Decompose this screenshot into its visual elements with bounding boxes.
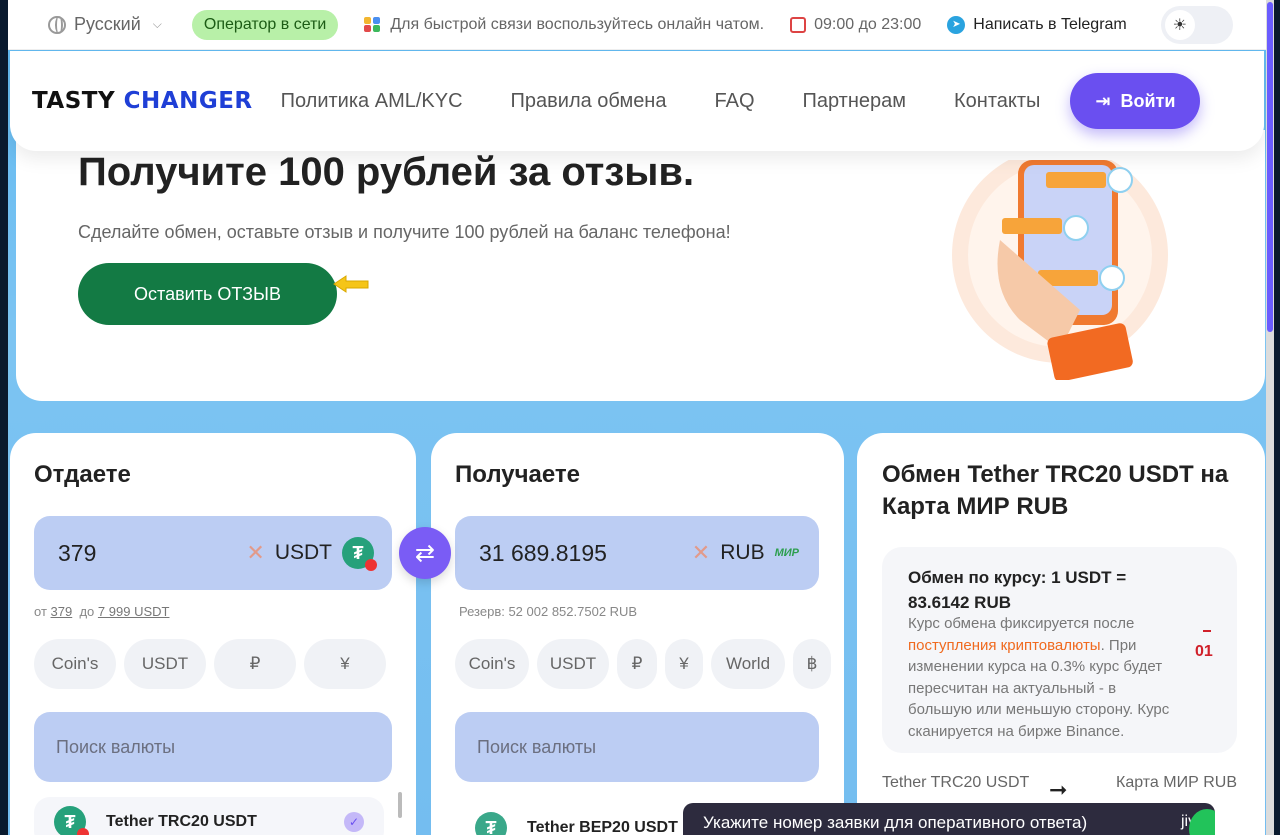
nav-link-rules[interactable]: Правила обмена — [511, 90, 667, 113]
top-info-bar: Русский ⌵ Оператор в сети Для быстрой св… — [8, 0, 1266, 50]
chip-rub[interactable]: ₽ — [214, 639, 296, 689]
hours-text: 09:00 до 23:00 — [814, 15, 922, 33]
rate-desc-part1: Курс обмена фиксируется после — [908, 615, 1135, 632]
give-search-input[interactable] — [56, 736, 356, 758]
give-heading: Отдаете — [34, 461, 131, 488]
page-scrollbar-thumb[interactable] — [1267, 2, 1273, 332]
get-amount-field[interactable]: 31 689.8195 ✕ RUB МИР — [455, 516, 819, 590]
chip-yuan[interactable]: ¥ — [665, 639, 703, 689]
give-limits: от 379 до 7 999 USDT — [34, 604, 169, 619]
give-list-scrollbar[interactable] — [398, 792, 402, 818]
rate-title: Обмен по курсу: 1 USDT = 83.6142 RUB — [908, 568, 1127, 612]
get-currency: RUB — [720, 541, 765, 564]
limit-max-link[interactable]: 7 999 USDT — [98, 604, 170, 619]
chip-baht[interactable]: ฿ — [793, 639, 831, 689]
get-card: Получаете 31 689.8195 ✕ RUB МИР Резерв: … — [431, 433, 844, 835]
exchange-info-card: Обмен Tether TRC20 USDT на Карта МИР RUB… — [857, 433, 1265, 835]
chat-widget-toast[interactable]: Укажите номер заявки для оперативного от… — [683, 803, 1215, 835]
chip-coins[interactable]: Coin's — [34, 639, 116, 689]
rate-timer: 01 — [1195, 643, 1213, 660]
give-currency: USDT — [274, 541, 332, 564]
limit-min-link[interactable]: 379 — [51, 604, 73, 619]
chip-usdt[interactable]: USDT — [537, 639, 609, 689]
login-button[interactable]: ⇥ Войти — [1070, 73, 1201, 129]
chat-note-text: Для быстрой связи воспользуйтесь онлайн … — [390, 15, 765, 33]
banner-subtitle: Сделайте обмен, оставьте отзыв и получит… — [78, 222, 731, 242]
pointing-hand-icon — [333, 275, 369, 293]
telegram-link[interactable]: ➤ Написать в Telegram — [947, 15, 1127, 34]
login-label: Войти — [1120, 90, 1176, 111]
get-search[interactable] — [455, 712, 819, 782]
sun-icon: ☀ — [1164, 9, 1195, 40]
logo-text-tasty: TASTY — [32, 88, 116, 114]
calendar-icon — [790, 16, 807, 33]
check-icon: ✓ — [344, 812, 364, 832]
tether-icon: ₮ — [342, 537, 377, 571]
nav-link-faq[interactable]: FAQ — [714, 90, 754, 113]
give-list-item-name: Tether TRC20 USDT — [106, 813, 257, 830]
give-amount-field[interactable]: 379 ✕ USDT ₮ — [34, 516, 392, 590]
arrow-right-icon: ➞ — [1049, 777, 1068, 802]
rate-desc-highlight: поступления криптовалюты — [908, 636, 1101, 654]
pair-to: Карта МИР RUB — [1116, 774, 1237, 791]
operator-online-badge: Оператор в сети — [191, 9, 339, 40]
rate-box: Обмен по курсу: 1 USDT = 83.6142 RUB Кур… — [882, 547, 1237, 753]
give-amount-value[interactable]: 379 — [58, 540, 246, 567]
globe-icon — [48, 15, 66, 34]
give-search[interactable] — [34, 712, 392, 782]
chip-rub[interactable]: ₽ — [617, 639, 657, 689]
leave-review-button[interactable]: Оставить ОТЗЫВ — [78, 263, 337, 325]
get-search-input[interactable] — [477, 736, 777, 758]
give-list-item[interactable]: ₮ Tether TRC20 USDT ✓ — [34, 797, 384, 835]
swap-button[interactable]: ⇄ — [399, 527, 451, 579]
chat-icon — [364, 16, 382, 33]
working-hours: 09:00 до 23:00 — [790, 16, 921, 34]
get-amount-value[interactable]: 31 689.8195 — [479, 540, 692, 567]
language-selector[interactable]: Русский ⌵ — [48, 14, 162, 35]
nav-link-partners[interactable]: Партнерам — [803, 90, 907, 113]
chip-coins[interactable]: Coin's — [455, 639, 529, 689]
chip-yuan[interactable]: ¥ — [304, 639, 386, 689]
telegram-link-text: Написать в Telegram — [973, 15, 1127, 33]
give-card: Отдаете 379 ✕ USDT ₮ от 379 до 7 999 USD… — [10, 433, 416, 835]
chat-widget-text: Укажите номер заявки для оперативного от… — [703, 813, 1088, 832]
login-icon: ⇥ — [1095, 90, 1111, 111]
get-heading: Получаете — [455, 461, 581, 488]
clear-icon[interactable]: ✕ — [246, 540, 264, 566]
mir-logo-icon: МИР — [774, 547, 799, 559]
nav-link-contacts[interactable]: Контакты — [954, 90, 1040, 113]
chip-usdt[interactable]: USDT — [124, 639, 206, 689]
limit-to-label: до — [79, 604, 95, 619]
pair-from: Tether TRC20 USDT — [882, 774, 1030, 791]
chevron-down-icon: ⌵ — [152, 17, 162, 31]
clear-icon[interactable]: ✕ — [692, 540, 710, 566]
site-logo[interactable]: TASTY CHANGER — [32, 88, 253, 114]
banner-title: Получите 100 рублей за отзыв. — [78, 150, 695, 194]
review-banner: Получите 100 рублей за отзыв. Сделайте о… — [16, 130, 1265, 401]
tether-icon: ₮ — [475, 812, 507, 835]
logo-text-changer: CHANGER — [123, 88, 253, 114]
get-reserve: Резерв: 52 002 852.7502 RUB — [459, 604, 638, 619]
get-filter-chips: Coin's USDT ₽ ¥ World ฿ — [455, 639, 831, 689]
rate-description: Курс обмена фиксируется после поступлени… — [908, 613, 1178, 742]
main-nav: TASTY CHANGER Политика AML/KYC Правила о… — [10, 51, 1264, 151]
telegram-icon: ➤ — [947, 15, 966, 34]
exchange-info-heading: Обмен Tether TRC20 USDT на Карта МИР RUB — [882, 461, 1229, 520]
limit-from-label: от — [34, 604, 47, 619]
chip-world[interactable]: World — [711, 639, 785, 689]
timer-bar — [1203, 630, 1211, 632]
nav-link-aml-kyc[interactable]: Политика AML/KYC — [281, 90, 463, 113]
language-label: Русский — [74, 14, 141, 34]
give-filter-chips: Coin's USDT ₽ ¥ — [34, 639, 386, 689]
tether-icon: ₮ — [54, 806, 89, 835]
phone-reviews-illustration — [952, 160, 1168, 380]
theme-toggle[interactable]: ☀ — [1160, 5, 1233, 44]
chat-note: Для быстрой связи воспользуйтесь онлайн … — [364, 16, 764, 34]
